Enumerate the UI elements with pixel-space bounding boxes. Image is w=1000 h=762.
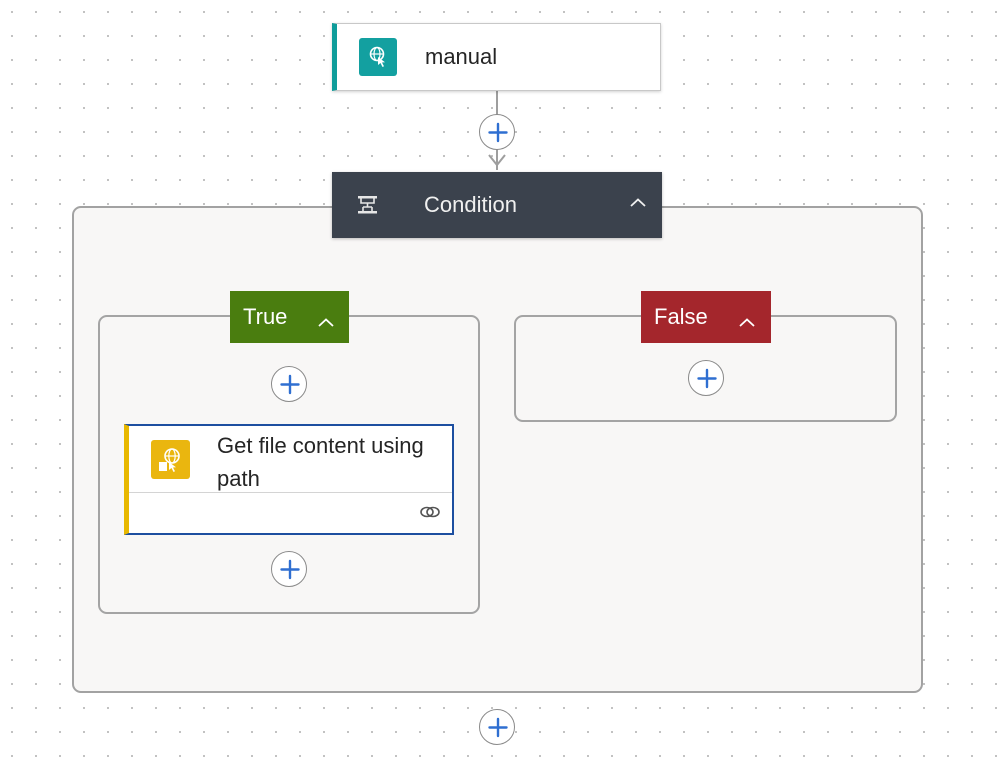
condition-header[interactable]: Condition [332, 172, 662, 238]
chevron-up-icon[interactable] [317, 310, 335, 327]
plus-icon [280, 559, 300, 580]
true-branch-label: True [243, 304, 288, 329]
plus-icon [280, 374, 300, 395]
false-branch-header[interactable]: False [641, 291, 771, 343]
action-card-divider [129, 492, 452, 493]
condition-icon [356, 194, 380, 216]
add-step-button-after-condition[interactable] [479, 709, 515, 745]
link-icon[interactable] [419, 504, 441, 520]
add-step-button-after-trigger[interactable] [479, 114, 515, 150]
action-card-get-file-content[interactable]: Get file content using path [124, 424, 454, 535]
plus-icon [488, 717, 508, 738]
plus-icon [697, 368, 717, 389]
file-globe-icon [151, 440, 190, 479]
trigger-globe-icon [359, 38, 397, 76]
plus-icon [488, 122, 508, 143]
condition-label: Condition [424, 192, 517, 217]
chevron-up-icon[interactable] [629, 196, 647, 210]
add-step-button-after-action[interactable] [271, 551, 307, 587]
false-branch-label: False [654, 304, 708, 329]
add-step-button-false-branch[interactable] [688, 360, 724, 396]
action-label: Get file content using path [217, 433, 424, 491]
trigger-card-manual[interactable]: manual [332, 23, 661, 91]
add-step-button-true-branch[interactable] [271, 366, 307, 402]
chevron-up-icon[interactable] [738, 310, 756, 327]
true-branch-header[interactable]: True [230, 291, 349, 343]
trigger-label: manual [425, 44, 498, 69]
